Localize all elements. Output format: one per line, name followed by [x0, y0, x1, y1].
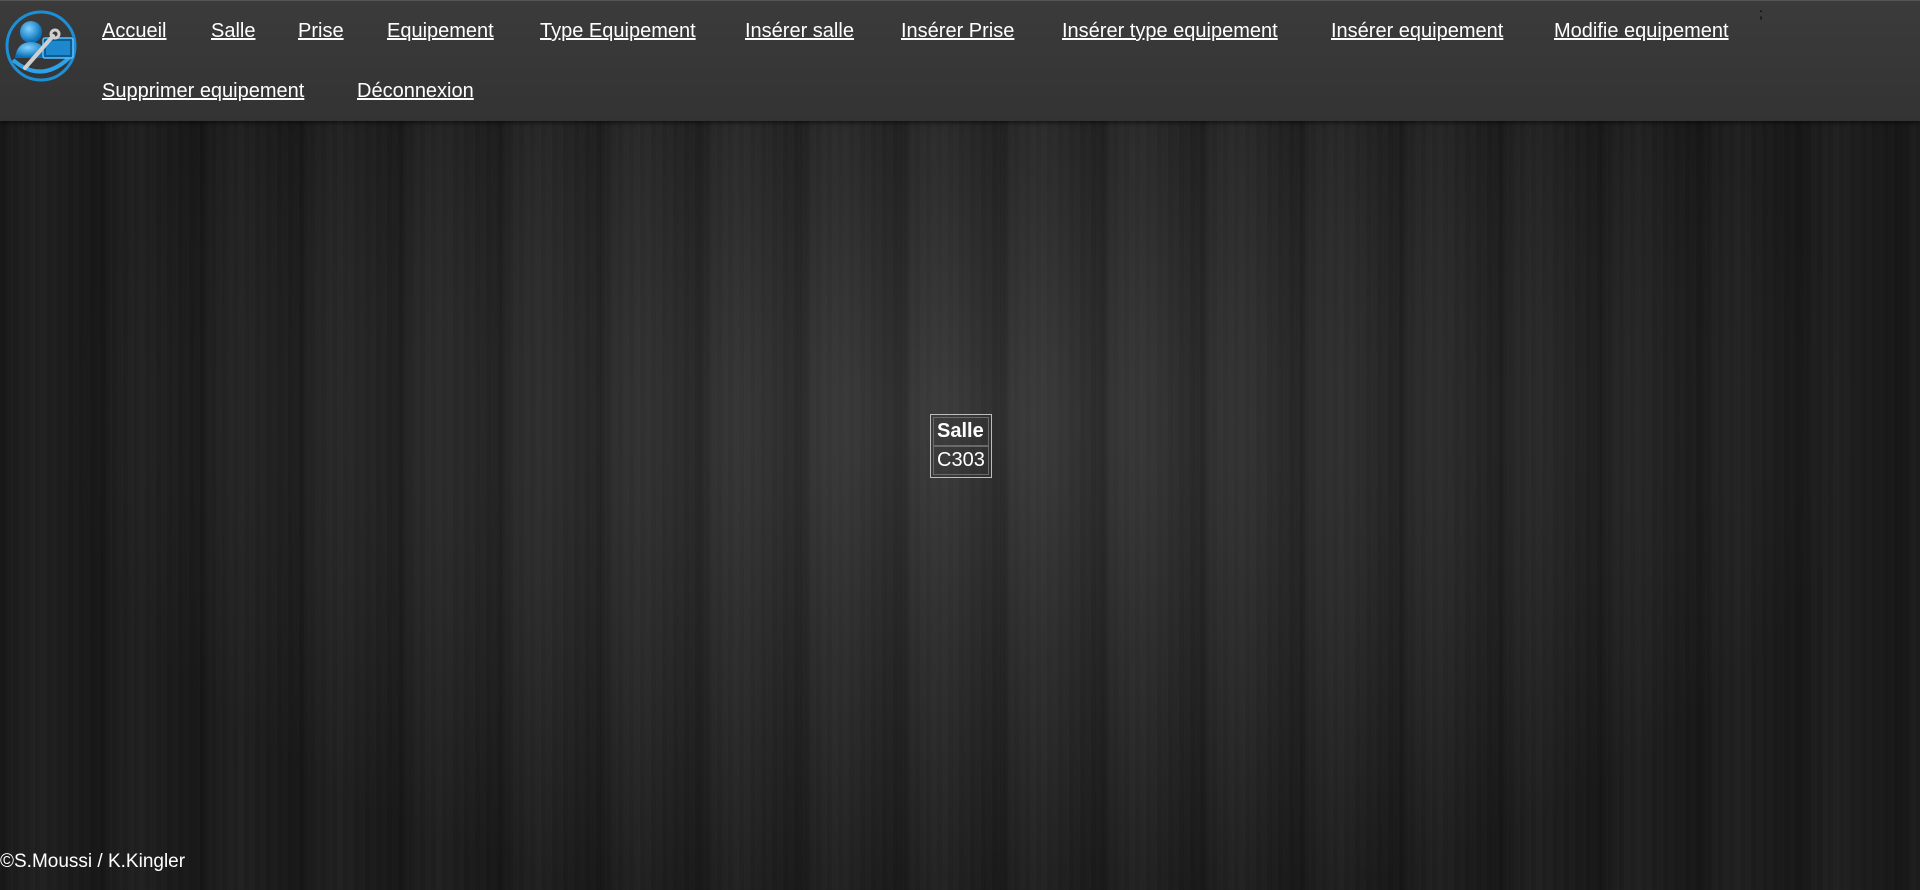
- nav-link-supprimer-equipement[interactable]: Supprimer equipement: [102, 80, 304, 103]
- stray-semicolon: ;: [1759, 5, 1763, 21]
- salle-data-table: Salle C303: [933, 417, 989, 475]
- nav-link-type-equipement[interactable]: Type Equipement: [540, 20, 696, 43]
- table-header-row: Salle: [933, 417, 989, 446]
- top-navigation-bar: Accueil Salle Prise Equipement Type Equi…: [0, 0, 1920, 121]
- nav-link-modifie-equipement[interactable]: Modifie equipement: [1554, 20, 1729, 43]
- nav-link-salle[interactable]: Salle: [211, 20, 255, 43]
- column-header-salle: Salle: [933, 417, 989, 446]
- nav-link-inserer-prise[interactable]: Insérer Prise: [901, 20, 1014, 43]
- salle-table: Salle C303: [930, 414, 992, 478]
- nav-link-accueil[interactable]: Accueil: [102, 20, 166, 43]
- nav-link-inserer-salle[interactable]: Insérer salle: [745, 20, 854, 43]
- footer-copyright: ©S.Moussi / K.Kingler: [0, 851, 186, 872]
- logo-icon: [5, 10, 77, 82]
- nav-link-inserer-type-equipement[interactable]: Insérer type equipement: [1062, 20, 1278, 43]
- table-cell-salle: C303: [933, 446, 989, 475]
- nav-link-deconnexion[interactable]: Déconnexion: [357, 80, 474, 103]
- nav-link-prise[interactable]: Prise: [298, 20, 344, 43]
- nav-link-equipement[interactable]: Equipement: [387, 20, 494, 43]
- nav-link-inserer-equipement[interactable]: Insérer equipement: [1331, 20, 1503, 43]
- table-row: C303: [933, 446, 989, 475]
